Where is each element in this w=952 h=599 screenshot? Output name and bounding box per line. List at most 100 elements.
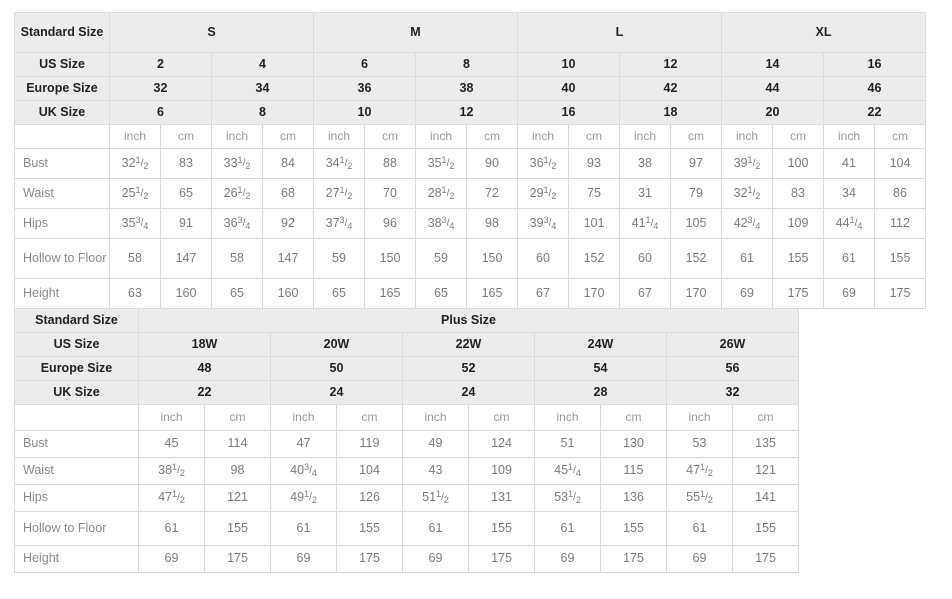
measure-cell: 381/2: [138, 457, 205, 485]
measure-cell: 61: [402, 511, 469, 546]
row-label: US Size: [14, 52, 110, 77]
measure-label: Hollow to Floor: [14, 238, 110, 279]
unit-cell: inch: [313, 124, 365, 149]
measure-cell: 403/4: [270, 457, 337, 485]
row-label: Europe Size: [14, 356, 139, 381]
header-cell: 22: [138, 380, 271, 405]
measure-cell: 91: [160, 208, 212, 239]
header-cell: 44: [721, 76, 824, 101]
unit-cell: cm: [874, 124, 926, 149]
unit-row: inch cm inch cm inch cm inch cm inch cm: [14, 404, 799, 431]
measure-cell: 321/2: [721, 178, 773, 209]
measure-cell: 471/2: [138, 484, 205, 512]
measure-cell: 104: [874, 148, 926, 179]
measure-cell: 114: [204, 430, 271, 458]
measure-cell: 59: [415, 238, 467, 279]
measure-label: Height: [14, 278, 110, 309]
measure-cell: 68: [262, 178, 314, 209]
measure-cell: 79: [670, 178, 722, 209]
measure-cell: 69: [666, 545, 733, 573]
measure-cell: 147: [160, 238, 212, 279]
header-cell: 12: [415, 100, 518, 125]
header-cell: 52: [402, 356, 535, 381]
measure-label: Hollow to Floor: [14, 511, 139, 546]
header-row: Europe Size 32 34 36 38 40 42 44 46: [14, 76, 926, 101]
table-row: Waist 251/2 65 261/2 68 271/2 70 281/2 72 291/2 75…: [14, 178, 926, 209]
standard-size-table: Standard Size S M L XL US Size 2 4 6 8 10 12 14 16 Eur…: [14, 12, 926, 309]
measure-cell: 67: [619, 278, 671, 309]
header-cell: 16: [517, 100, 620, 125]
table-row: Hips 353/4 91 363/4 92 373/4 96 383/4 98 393/4 101…: [14, 208, 926, 239]
measure-cell: 61: [138, 511, 205, 546]
measure-cell: 136: [600, 484, 667, 512]
unit-cell: cm: [204, 404, 271, 431]
header-cell: 18W: [138, 332, 271, 357]
measure-cell: 155: [336, 511, 403, 546]
measure-cell: 61: [823, 238, 875, 279]
measure-cell: 43: [402, 457, 469, 485]
measure-cell: 60: [619, 238, 671, 279]
measure-cell: 175: [204, 545, 271, 573]
header-cell: 24: [402, 380, 535, 405]
measure-cell: 471/2: [666, 457, 733, 485]
table-row: Bust 321/2 83 331/2 84 341/2 88 351/2 90 361/2 93 3…: [14, 148, 926, 179]
measure-cell: 451/4: [534, 457, 601, 485]
measure-cell: 61: [721, 238, 773, 279]
header-cell: 6: [109, 100, 212, 125]
header-cell: 40: [517, 76, 620, 101]
header-cell: 22W: [402, 332, 535, 357]
measure-cell: 551/2: [666, 484, 733, 512]
unit-cell: cm: [466, 124, 518, 149]
measure-cell: 92: [262, 208, 314, 239]
measure-cell: 104: [336, 457, 403, 485]
measure-cell: 261/2: [211, 178, 263, 209]
measure-cell: 121: [732, 457, 799, 485]
measure-cell: 31: [619, 178, 671, 209]
measure-cell: 98: [204, 457, 271, 485]
measure-cell: 130: [600, 430, 667, 458]
measure-label: Waist: [14, 178, 110, 209]
measure-cell: 69: [138, 545, 205, 573]
header-cell: 16: [823, 52, 926, 77]
measure-cell: 491/2: [270, 484, 337, 512]
measure-cell: 373/4: [313, 208, 365, 239]
measure-cell: 38: [619, 148, 671, 179]
unit-cell: cm: [336, 404, 403, 431]
measure-cell: 93: [568, 148, 620, 179]
unit-cell: cm: [364, 124, 416, 149]
plus-group-row: Standard Size Plus Size: [14, 308, 799, 333]
measure-label: Height: [14, 545, 139, 573]
empty-cell: [14, 124, 110, 149]
size-group-xl: XL: [721, 12, 926, 53]
unit-cell: inch: [534, 404, 601, 431]
size-group-s: S: [109, 12, 314, 53]
measure-cell: 155: [468, 511, 535, 546]
row-label: US Size: [14, 332, 139, 357]
measure-label: Hips: [14, 484, 139, 512]
unit-cell: inch: [666, 404, 733, 431]
measure-cell: 34: [823, 178, 875, 209]
header-cell: 18: [619, 100, 722, 125]
header-cell: 10: [313, 100, 416, 125]
measure-cell: 51: [534, 430, 601, 458]
unit-cell: inch: [138, 404, 205, 431]
unit-cell: cm: [732, 404, 799, 431]
measure-cell: 65: [160, 178, 212, 209]
standard-size-label: Standard Size: [14, 308, 139, 333]
measure-cell: 291/2: [517, 178, 569, 209]
row-label: UK Size: [14, 380, 139, 405]
measure-cell: 65: [415, 278, 467, 309]
unit-cell: inch: [211, 124, 263, 149]
measure-cell: 351/2: [415, 148, 467, 179]
size-group-row: Standard Size S M L XL: [14, 12, 926, 53]
header-cell: 36: [313, 76, 416, 101]
measure-cell: 61: [534, 511, 601, 546]
measure-label: Bust: [14, 148, 110, 179]
header-cell: 22: [823, 100, 926, 125]
measure-cell: 60: [517, 238, 569, 279]
empty-cell: [14, 404, 139, 431]
header-cell: 4: [211, 52, 314, 77]
header-cell: 20: [721, 100, 824, 125]
header-cell: 8: [211, 100, 314, 125]
measure-cell: 441/4: [823, 208, 875, 239]
